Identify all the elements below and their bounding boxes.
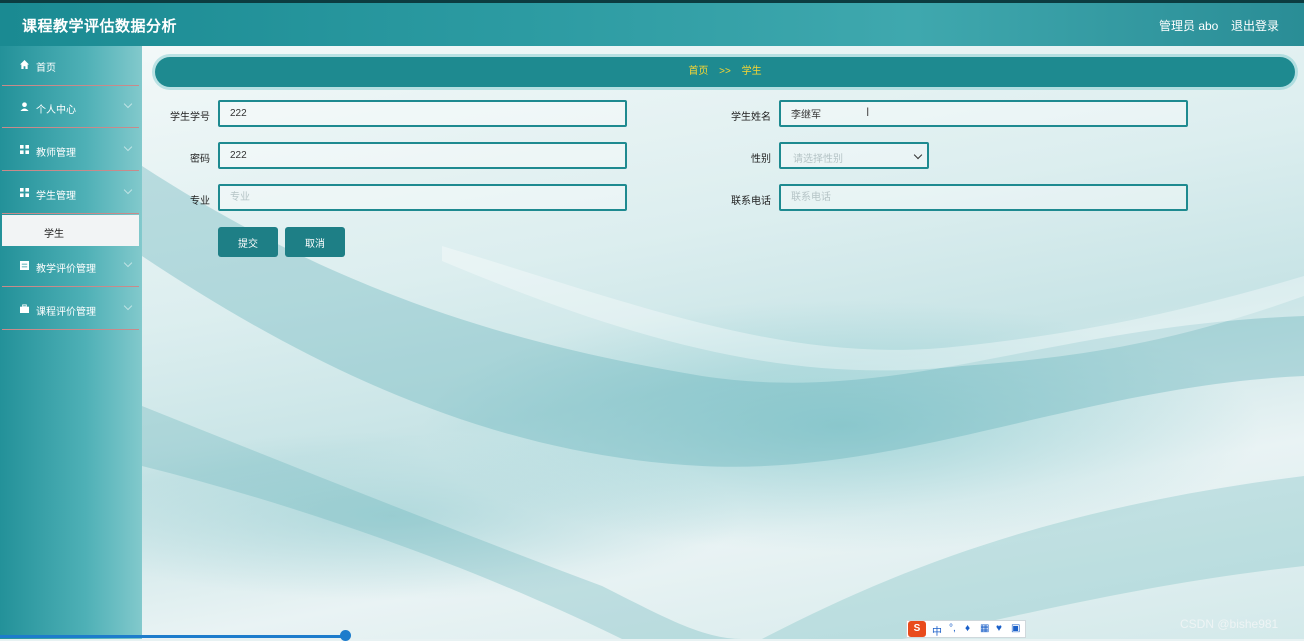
sidebar-item-label: 学生管理	[36, 191, 76, 202]
background-silk-art	[142, 166, 1304, 639]
breadcrumb: 首页 >> 学生	[155, 57, 1295, 87]
sidebar-item-course-eval[interactable]: 课程评价管理	[2, 290, 139, 330]
breadcrumb-home[interactable]: 首页	[688, 66, 708, 77]
sidebar-subitem-label: 学生	[44, 229, 64, 240]
chevron-down-icon	[123, 301, 133, 311]
sidebar-subitem-student[interactable]: 学生	[2, 215, 139, 246]
student-id-input[interactable]	[218, 100, 627, 127]
chevron-down-icon	[123, 142, 133, 152]
sidebar-item-label: 教学评价管理	[36, 264, 96, 275]
app-title: 课程教学评估数据分析	[22, 18, 178, 35]
chevron-down-icon	[913, 150, 923, 160]
watermark: CSDN @bishe981	[1180, 617, 1279, 631]
chevron-down-icon	[123, 185, 133, 195]
password-label: 密码	[190, 154, 210, 165]
sidebar-item-label: 首页	[36, 63, 56, 74]
breadcrumb-separator: >>	[719, 66, 731, 77]
chevron-down-icon	[123, 99, 133, 109]
gender-select[interactable]: 请选择性别	[779, 142, 929, 169]
sidebar-item-label: 教师管理	[36, 148, 76, 159]
toolbox-icon[interactable]: ▣	[1011, 623, 1020, 634]
user-icon	[20, 102, 29, 111]
progress-handle[interactable]	[340, 630, 351, 641]
gender-placeholder: 请选择性别	[793, 154, 843, 165]
phone-input[interactable]	[779, 184, 1188, 211]
progress-bar	[0, 635, 346, 638]
punctuation-icon[interactable]: °,	[949, 623, 956, 634]
breadcrumb-current: 学生	[741, 66, 762, 77]
sidebar-item-teachers[interactable]: 教师管理	[2, 131, 139, 171]
top-header: 课程教学评估数据分析 管理员 abo 退出登录	[0, 0, 1304, 46]
current-user: 管理员 abo	[1159, 19, 1219, 33]
sidebar-item-personal[interactable]: 个人中心	[2, 88, 139, 128]
ime-mode-label[interactable]: 中	[932, 623, 942, 638]
sogou-logo-icon: S	[908, 621, 926, 637]
grid-icon	[20, 145, 29, 154]
grid-icon	[20, 188, 29, 197]
sidebar-item-home[interactable]: 首页	[2, 46, 139, 86]
content-area	[142, 46, 1304, 639]
ime-toolbar[interactable]: S 中 °, ♦ ▦ ♥ ▣	[906, 620, 1026, 638]
major-input[interactable]	[218, 184, 627, 211]
major-label: 专业	[190, 196, 210, 207]
student-name-label: 学生姓名	[731, 112, 771, 123]
cancel-button[interactable]: 取消	[285, 227, 345, 257]
sidebar-item-label: 个人中心	[36, 105, 76, 116]
briefcase-icon	[20, 304, 29, 313]
phone-label: 联系电话	[731, 196, 771, 207]
sidebar-item-label: 课程评价管理	[36, 307, 96, 318]
logout-link[interactable]: 退出登录	[1231, 17, 1279, 34]
text-cursor-icon: I	[866, 105, 870, 119]
home-icon	[20, 60, 29, 69]
submit-button[interactable]: 提交	[218, 227, 278, 257]
microphone-icon[interactable]: ♦	[965, 623, 970, 634]
student-id-label: 学生学号	[170, 112, 210, 123]
skin-icon[interactable]: ♥	[996, 623, 1002, 634]
chevron-down-icon	[123, 258, 133, 268]
student-name-input[interactable]	[779, 100, 1188, 127]
sidebar-item-students[interactable]: 学生管理	[2, 174, 139, 214]
sidebar-item-teaching-eval[interactable]: 教学评价管理	[2, 247, 139, 287]
gender-label: 性别	[751, 154, 771, 165]
keyboard-icon[interactable]: ▦	[980, 623, 989, 634]
password-input[interactable]	[218, 142, 627, 169]
list-icon	[20, 261, 29, 270]
